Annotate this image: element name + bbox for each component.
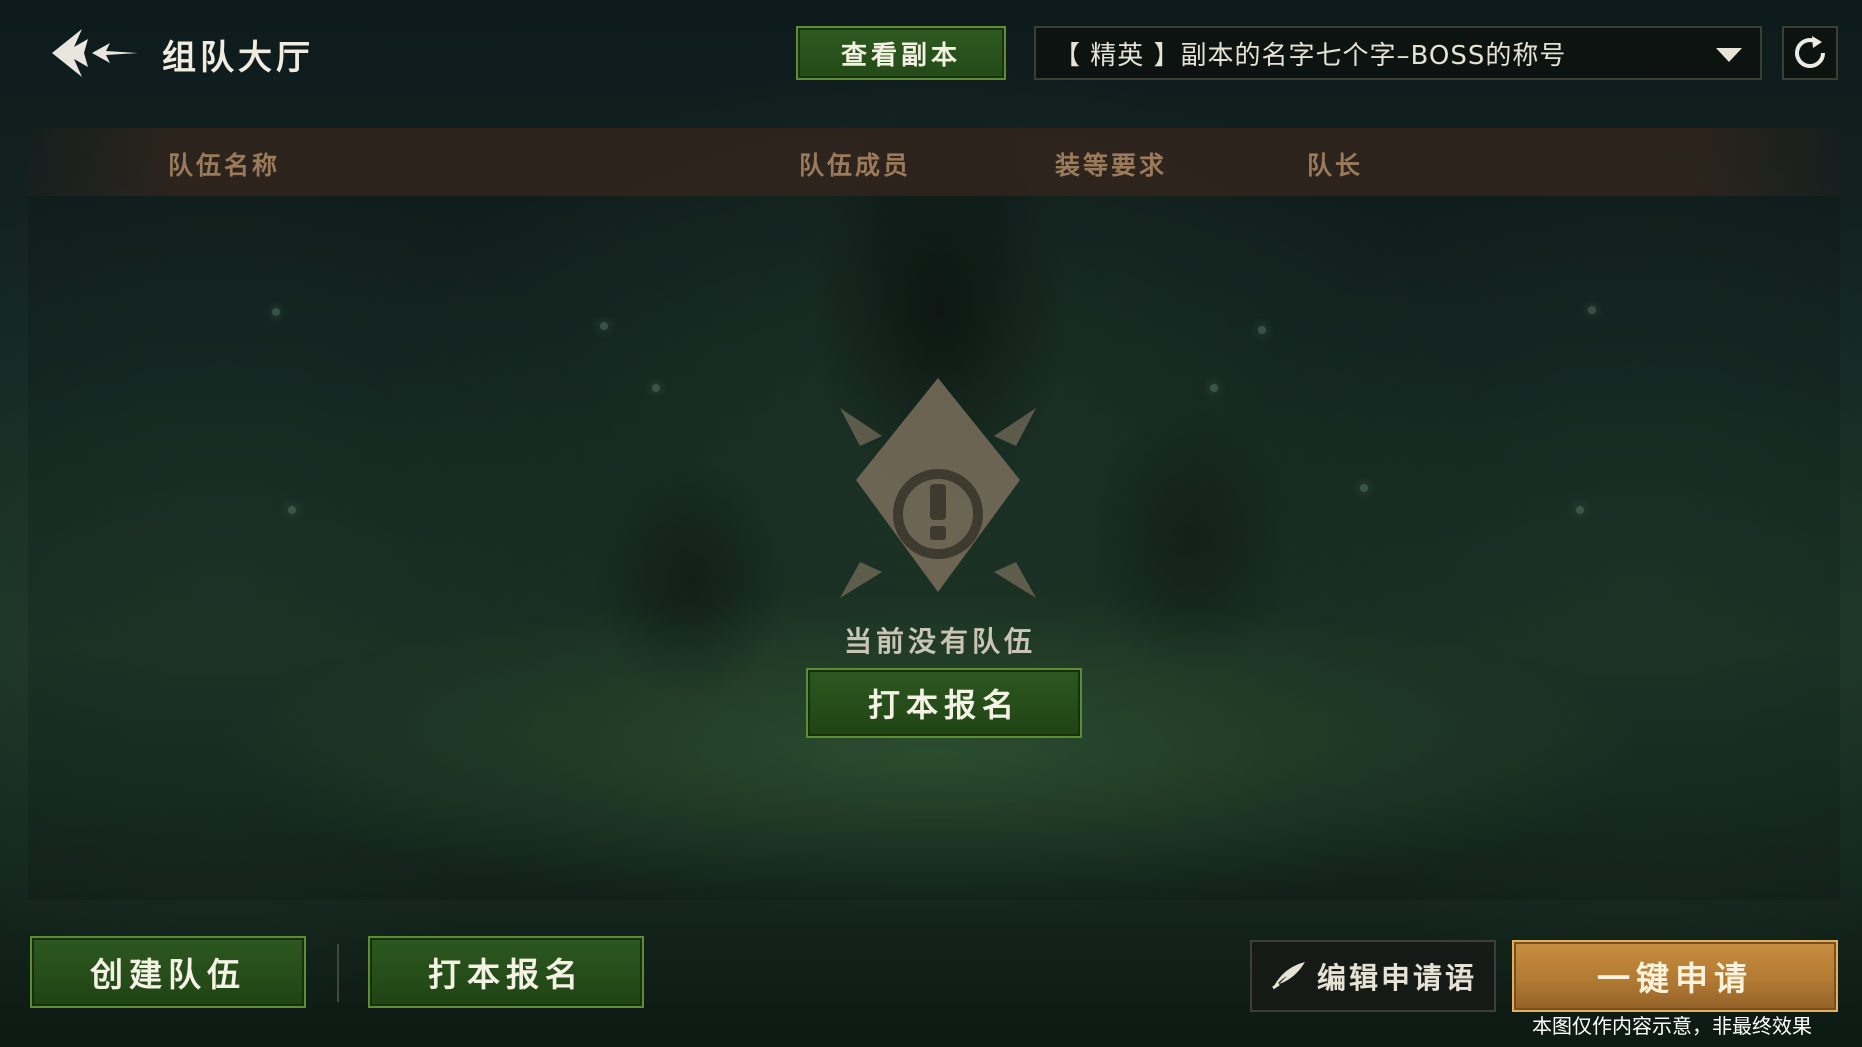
top-bar: 组队大厅 查看副本 【 精英 】副本的名字七个字–BOSS的称号	[0, 0, 1862, 110]
refresh-button[interactable]	[1782, 26, 1838, 80]
column-team-leader: 队长	[1307, 151, 1364, 180]
divider	[337, 944, 339, 1002]
refresh-icon	[1795, 36, 1825, 69]
quill-icon	[1272, 962, 1305, 990]
edit-application-message-label: 编辑申请语	[1316, 961, 1477, 995]
create-team-button[interactable]: 创建队伍	[30, 936, 306, 1008]
one-click-apply-button[interactable]: 一键申请	[1512, 940, 1838, 1012]
column-gear-requirement: 装等要求	[1055, 151, 1168, 180]
exclamation-emblem-icon	[840, 378, 1036, 598]
disclaimer-text: 本图仅作内容示意，非最终效果	[1532, 1014, 1812, 1038]
edit-application-message-button[interactable]: 编辑申请语	[1250, 940, 1496, 1012]
team-list-header: 队伍名称 队伍成员 装等要求 队长	[28, 128, 1840, 196]
back-button[interactable]	[48, 24, 148, 82]
chevron-down-icon[interactable]	[1716, 48, 1742, 62]
page-title: 组队大厅	[162, 38, 314, 78]
dungeon-signup-bottom-button[interactable]: 打本报名	[368, 936, 644, 1008]
empty-state-message: 当前没有队伍	[843, 625, 1036, 658]
dungeon-signup-button[interactable]: 打本报名	[806, 668, 1082, 738]
dungeon-select[interactable]: 【 精英 】副本的名字七个字–BOSS的称号	[1034, 26, 1762, 80]
back-arrow-icon	[52, 29, 138, 77]
column-team-members: 队伍成员	[799, 151, 912, 180]
view-dungeon-button[interactable]: 查看副本	[796, 26, 1006, 80]
column-team-name: 队伍名称	[168, 151, 281, 180]
dungeon-select-value: 【 精英 】副本的名字七个字–BOSS的称号	[1054, 40, 1567, 71]
